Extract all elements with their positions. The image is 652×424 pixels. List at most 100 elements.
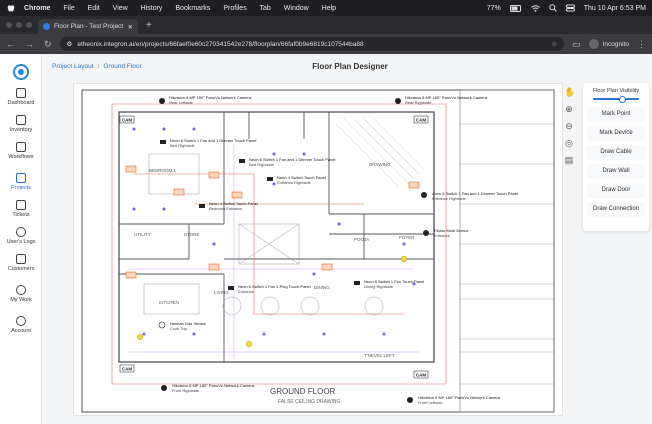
menu-window[interactable]: Window: [284, 5, 309, 12]
sidebar-item-tickets[interactable]: Tickets: [0, 200, 42, 218]
app-logo[interactable]: [13, 64, 29, 80]
svg-text:Bedroom Entrance: Bedroom Entrance: [209, 206, 243, 211]
address-bar[interactable]: ⚙ etheonix.integron.ai/en/projects/66fae…: [59, 37, 565, 51]
menu-edit[interactable]: Edit: [88, 5, 100, 12]
sidebar-item-account[interactable]: Account: [0, 316, 42, 334]
slider-knob[interactable]: [619, 95, 627, 103]
svg-text:Cook Top: Cook Top: [170, 326, 188, 331]
zoom-out-icon[interactable]: ⊖: [564, 121, 574, 131]
workflow-icon: [16, 142, 26, 152]
device-marker[interactable]: Neon 6 Switch 1 Fan and 1 Dimmer Touch P…: [160, 138, 257, 148]
device-marker[interactable]: Hikvision 8 MP 180° PanoVu Network Camer…: [407, 395, 501, 405]
device-marker[interactable]: Hikvision 8 MP 180° PanoVu Network Camer…: [159, 95, 252, 105]
floor-subtitle: FALSE CEILING DRAWING: [278, 399, 340, 405]
device-marker[interactable]: Heiman Gas Sensor Cook Top: [158, 321, 207, 331]
minimize-window-button[interactable]: [16, 22, 22, 28]
mark-point-button[interactable]: Mark Point: [587, 107, 645, 122]
site-info-icon[interactable]: ⚙: [67, 40, 73, 48]
sidebar-item-users-logs[interactable]: User's Logs: [0, 227, 42, 245]
sidebar-item-dashboard[interactable]: Dashboard: [0, 88, 42, 106]
wifi-icon[interactable]: [530, 4, 540, 12]
device-marker[interactable]: Neon 6 Switch 1 Fan and 1 Dimmer Touch P…: [239, 157, 336, 167]
close-window-button[interactable]: [6, 22, 12, 28]
export-pdf-icon[interactable]: ▤: [564, 155, 574, 165]
cam-badge[interactable]: CAM: [413, 115, 429, 124]
apple-icon[interactable]: [6, 3, 16, 13]
room-label: BEDROOM 1: [149, 168, 177, 173]
zoom-in-icon[interactable]: ⊕: [564, 104, 574, 114]
svg-text:CAM: CAM: [122, 118, 132, 123]
sidebar-item-projects[interactable]: Projects: [0, 173, 42, 191]
draw-cable-button[interactable]: Draw Cable: [587, 145, 645, 160]
device-marker[interactable]: Axon 6 Switch 1 Fan and 1 Dimmer Touch P…: [421, 191, 518, 201]
menu-tab[interactable]: Tab: [260, 5, 271, 12]
grid-icon: [16, 88, 26, 98]
battery-icon[interactable]: [509, 4, 522, 12]
draw-wall-button[interactable]: Draw Wall: [587, 164, 645, 179]
ticket-icon: [16, 200, 26, 210]
sidebar-item-my-work[interactable]: My Work: [0, 285, 42, 303]
menu-profiles[interactable]: Profiles: [223, 5, 246, 12]
room-label: POOJA: [354, 237, 369, 242]
history-icon: [16, 227, 26, 237]
breadcrumb-separator: /: [97, 63, 100, 70]
sidebar-item-label: Inventory: [9, 127, 33, 133]
visibility-title: Floor Plan Visibility: [592, 88, 640, 94]
breadcrumb-project-link[interactable]: Project Layout: [52, 63, 94, 70]
browser-toolbar: ← → ↻ ⚙ etheonix.integron.ai/en/projects…: [0, 34, 652, 54]
device-marker[interactable]: Fibaro Multi Sensor Entrance: [423, 228, 469, 238]
canvas-tools: ✋ ⊕ ⊖ ◎ ▤: [562, 87, 576, 172]
menu-file[interactable]: File: [63, 5, 74, 12]
device-marker[interactable]: Hikvision 8 MP 180° PanoVu Network Camer…: [161, 383, 255, 393]
sidebar-item-inventory[interactable]: Inventory: [0, 115, 42, 133]
draw-door-button[interactable]: Draw Door: [587, 183, 645, 198]
floor-title: GROUND FLOOR: [270, 387, 336, 396]
reload-icon[interactable]: ↻: [44, 39, 52, 50]
floor-plan-canvas[interactable]: CAM CAM CAM CAM BEDROOM 1 DRAWING KITCHE…: [73, 83, 563, 416]
device-marker[interactable]: Neon 4 Switch Touch Panel Entrance Right…: [267, 175, 326, 185]
hand-pan-icon[interactable]: ✋: [564, 87, 575, 97]
macos-menu-bar: Chrome File Edit View History Bookmarks …: [0, 0, 652, 16]
close-tab-icon[interactable]: ✕: [128, 23, 133, 31]
cam-badge[interactable]: CAM: [413, 370, 429, 379]
visibility-slider[interactable]: [593, 95, 639, 103]
mark-device-button[interactable]: Mark Device: [587, 126, 645, 141]
sidebar-item-label: Dashboard: [7, 100, 35, 106]
menu-help[interactable]: Help: [322, 5, 336, 12]
room-label: KITCHEN: [159, 300, 179, 305]
menu-app-name[interactable]: Chrome: [24, 5, 50, 12]
extensions-icon[interactable]: ▭: [572, 39, 581, 50]
browser-tab[interactable]: Floor Plan - Test Project | Ete... ✕: [38, 19, 138, 34]
menu-view[interactable]: View: [113, 5, 128, 12]
bookmark-star-icon[interactable]: ☆: [551, 40, 557, 48]
device-marker[interactable]: Neon 4 Switch Touch Panel Bedroom Entran…: [199, 201, 258, 211]
device-marker[interactable]: Hikvision 8 MP 180° PanoVu Network Camer…: [395, 95, 488, 105]
menu-history[interactable]: History: [141, 5, 163, 12]
room-label: DRAWING: [369, 162, 391, 167]
room-label: T'NEVEL LEFT: [364, 353, 395, 358]
menu-clock[interactable]: Thu 10 Apr 6:53 PM: [584, 5, 646, 12]
cam-badge[interactable]: CAM: [119, 364, 135, 373]
incognito-indicator[interactable]: Incognito: [588, 39, 629, 49]
room-label: DINING: [314, 285, 330, 290]
back-arrow-icon[interactable]: ←: [6, 39, 15, 50]
search-icon[interactable]: [549, 4, 557, 12]
user-icon: [16, 316, 26, 326]
draw-connection-button[interactable]: Draw Connection: [587, 202, 645, 217]
forward-arrow-icon[interactable]: →: [25, 39, 34, 50]
incognito-label: Incognito: [602, 40, 629, 48]
sidebar-item-customers[interactable]: Customers: [0, 254, 42, 272]
new-tab-button[interactable]: +: [146, 20, 152, 31]
control-center-icon[interactable]: [565, 4, 575, 12]
more-menu-icon[interactable]: ⋮: [637, 39, 646, 50]
window-controls: [6, 22, 32, 28]
target-icon[interactable]: ◎: [564, 138, 574, 148]
device-marker[interactable]: Neon 6 Switch 1 Fan 1 Plug Touch Panel E…: [228, 284, 311, 294]
zoom-window-button[interactable]: [26, 22, 32, 28]
sidebar-item-workflows[interactable]: Workflows: [0, 142, 42, 160]
cam-badge[interactable]: CAM: [119, 115, 135, 124]
menu-bookmarks[interactable]: Bookmarks: [175, 5, 210, 12]
svg-text:Entrance: Entrance: [238, 289, 255, 294]
breadcrumb-floor-link[interactable]: Ground Floor: [103, 63, 141, 70]
svg-text:CAM: CAM: [416, 373, 426, 378]
